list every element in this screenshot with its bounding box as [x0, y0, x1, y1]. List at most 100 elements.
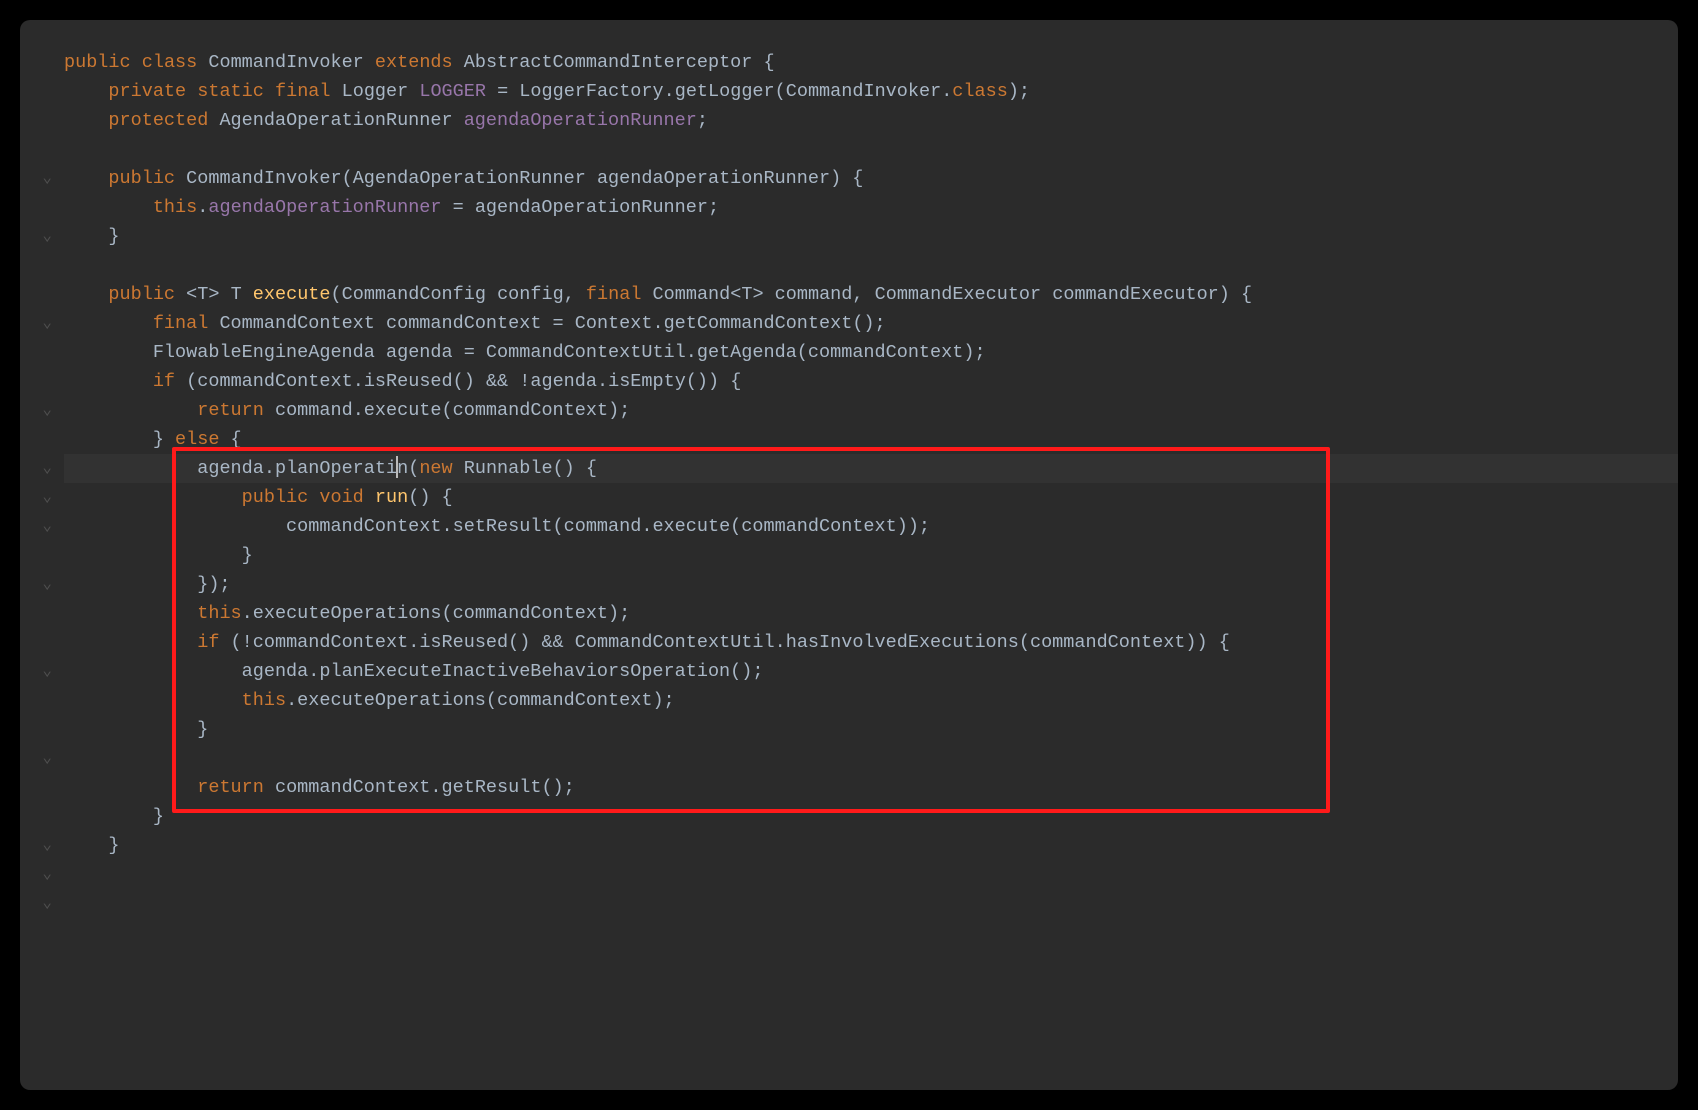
gutter-mark: ⌄ — [20, 831, 64, 860]
code-line[interactable] — [64, 135, 1678, 164]
code-line[interactable] — [64, 744, 1678, 773]
keyword-this: this — [153, 197, 197, 218]
keyword-protected: protected — [108, 110, 208, 131]
keyword-final: final — [586, 284, 642, 305]
code-line[interactable]: public class CommandInvoker extends Abst… — [64, 48, 1678, 77]
param-type: Command<T> — [653, 284, 764, 305]
code-line[interactable]: } — [64, 802, 1678, 831]
code-line[interactable]: final CommandContext commandContext = Co… — [64, 309, 1678, 338]
generic: <T> — [186, 284, 219, 305]
type: Logger — [342, 81, 409, 102]
gutter-mark — [20, 599, 64, 628]
keyword-public: public — [108, 168, 175, 189]
gutter-mark — [20, 48, 64, 77]
gutter-mark — [20, 251, 64, 280]
code-line[interactable]: private static final Logger LOGGER = Log… — [64, 77, 1678, 106]
keyword-class: class — [952, 81, 1008, 102]
arg: CommandInvoker — [786, 81, 941, 102]
code-line[interactable]: if (commandContext.isReused() && !agenda… — [64, 367, 1678, 396]
keyword-public: public — [64, 52, 131, 73]
gutter-mark: ⌄ — [20, 454, 64, 483]
gutter-mark: ⌄ — [20, 860, 64, 889]
keyword-this: this — [242, 690, 286, 711]
code-line[interactable]: agenda.planExecuteInactiveBehaviorsOpera… — [64, 657, 1678, 686]
code-line[interactable]: public CommandInvoker(AgendaOperationRun… — [64, 164, 1678, 193]
keyword-public: public — [108, 284, 175, 305]
code-line[interactable]: } — [64, 715, 1678, 744]
code-line[interactable]: public void run() { — [64, 483, 1678, 512]
gutter-mark — [20, 338, 64, 367]
gutter-mark: ⌄ — [20, 512, 64, 541]
keyword-new: new — [419, 458, 452, 479]
gutter-mark: ⌄ — [20, 657, 64, 686]
gutter-mark — [20, 628, 64, 657]
class-ref: CommandContextUtil — [575, 632, 775, 653]
code-line[interactable]: public <T> T execute(CommandConfig confi… — [64, 280, 1678, 309]
keyword-this: this — [197, 603, 241, 624]
gutter-mark — [20, 77, 64, 106]
code-editor[interactable]: ⌄ ⌄ ⌄ ⌄ ⌄ ⌄ ⌄ ⌄ ⌄ ⌄ ⌄ ⌄ ⌄ public class C… — [20, 20, 1678, 1090]
var: commandContext — [253, 632, 408, 653]
gutter-mark: ⌄ — [20, 570, 64, 599]
param-name: command — [775, 284, 853, 305]
param-name: agendaOperationRunner — [597, 168, 830, 189]
gutter-mark — [20, 106, 64, 135]
var: agenda — [242, 661, 309, 682]
method-call: planExecuteInactiveBehaviorsOperation — [319, 661, 730, 682]
code-line[interactable]: if (!commandContext.isReused() && Comman… — [64, 628, 1678, 657]
arg: commandContext — [741, 516, 896, 537]
method-call: n — [397, 458, 408, 479]
code-area[interactable]: public class CommandInvoker extends Abst… — [64, 48, 1678, 1062]
method-call: isEmpty — [608, 371, 686, 392]
param-type: AgendaOperationRunner — [353, 168, 586, 189]
return-type: T — [231, 284, 242, 305]
arg: commandContext — [453, 400, 608, 421]
code-line[interactable]: return commandContext.getResult(); — [64, 773, 1678, 802]
var: commandContext — [197, 371, 352, 392]
gutter-mark — [20, 802, 64, 831]
constructor-name: CommandInvoker — [186, 168, 341, 189]
var: agenda — [530, 371, 597, 392]
code-line[interactable]: this.executeOperations(commandContext); — [64, 686, 1678, 715]
param-name: config — [497, 284, 564, 305]
code-line[interactable] — [64, 251, 1678, 280]
method-call: isReused — [419, 632, 508, 653]
type: FlowableEngineAgenda — [153, 342, 375, 363]
code-line[interactable]: agenda.planOperatin(new Runnable() { — [64, 454, 1678, 483]
keyword-static: static — [197, 81, 264, 102]
field: agendaOperationRunner — [208, 197, 441, 218]
code-line[interactable]: } — [64, 541, 1678, 570]
class-ref: CommandContextUtil — [486, 342, 686, 363]
code-line[interactable]: } else { — [64, 425, 1678, 454]
gutter-mark — [20, 686, 64, 715]
code-line[interactable]: FlowableEngineAgenda agenda = CommandCon… — [64, 338, 1678, 367]
code-line[interactable]: } — [64, 222, 1678, 251]
keyword-return: return — [197, 400, 264, 421]
gutter-mark — [20, 715, 64, 744]
super-class: AbstractCommandInterceptor — [464, 52, 753, 73]
param-type: CommandExecutor — [875, 284, 1042, 305]
code-line[interactable]: commandContext.setResult(command.execute… — [64, 512, 1678, 541]
gutter-mark — [20, 193, 64, 222]
code-line[interactable]: this.agendaOperationRunner = agendaOpera… — [64, 193, 1678, 222]
code-line[interactable]: return command.execute(commandContext); — [64, 396, 1678, 425]
gutter-mark — [20, 367, 64, 396]
code-line[interactable]: }); — [64, 570, 1678, 599]
gutter-mark: ⌄ — [20, 309, 64, 338]
code-line[interactable]: } — [64, 831, 1678, 860]
var: agenda — [197, 458, 264, 479]
var: commandContext — [275, 777, 430, 798]
method-call: execute — [364, 400, 442, 421]
type: AgendaOperationRunner — [219, 110, 452, 131]
code-line[interactable]: protected AgendaOperationRunner agendaOp… — [64, 106, 1678, 135]
code-line[interactable]: this.executeOperations(commandContext); — [64, 599, 1678, 628]
gutter-mark — [20, 541, 64, 570]
keyword-final: final — [153, 313, 209, 334]
var: agenda — [386, 342, 453, 363]
arg: commandContext — [808, 342, 963, 363]
method: getLogger — [675, 81, 775, 102]
method-call: executeOperations — [253, 603, 442, 624]
var: command — [564, 516, 642, 537]
method-call: getResult — [442, 777, 542, 798]
arg: commandContext — [1030, 632, 1185, 653]
